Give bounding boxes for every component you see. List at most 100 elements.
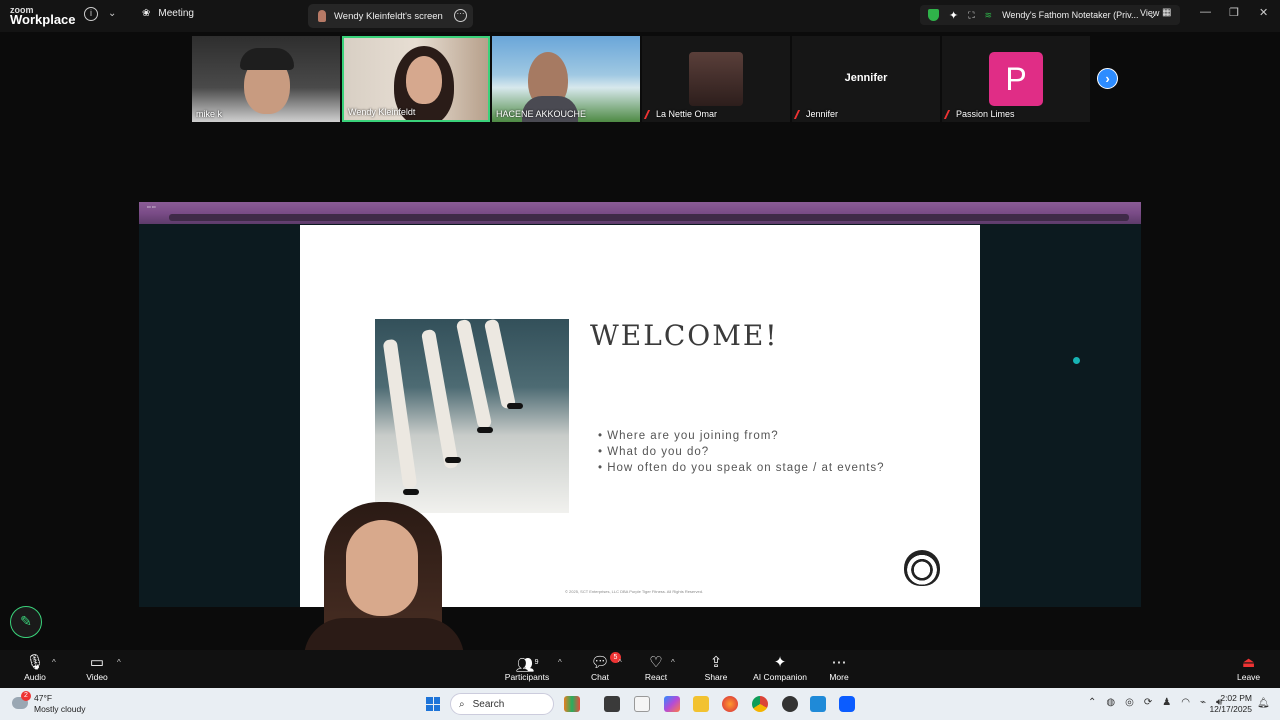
- weather-temp: 47°F: [34, 693, 53, 703]
- meeting-button[interactable]: ❀ Meeting: [142, 8, 194, 19]
- search-icon: ⌕: [459, 698, 465, 710]
- annotate-pencil-icon[interactable]: ✎: [10, 606, 42, 638]
- title-bar: zoom Workplace i ⌄ ❀ Meeting Wendy Klein…: [0, 0, 1280, 32]
- share-button[interactable]: ⇪ Share: [704, 654, 728, 682]
- chat-button[interactable]: 💬︎ 5 Chat: [588, 652, 621, 682]
- clock-date: 12/17/2025: [1209, 704, 1252, 714]
- participant-avatar: [689, 52, 743, 106]
- photo-shoe: [477, 427, 493, 433]
- presenter-avatar: [318, 10, 326, 22]
- tray-app-icon[interactable]: ◍: [1106, 697, 1115, 708]
- chevron-up-icon[interactable]: ⌃: [1088, 697, 1096, 708]
- widget-app-icon[interactable]: [564, 696, 580, 712]
- weather-widget[interactable]: 2 47°F Mostly cloudy: [12, 691, 86, 715]
- chrome-icon[interactable]: [752, 696, 768, 712]
- participant-name: mike k: [196, 109, 223, 119]
- leave-label: Leave: [1237, 672, 1261, 682]
- next-page-arrow-icon[interactable]: ›: [1097, 68, 1118, 89]
- tray-app-icon[interactable]: ⟳: [1144, 697, 1152, 708]
- view-button[interactable]: View: [1140, 8, 1159, 18]
- slide-bullet: What do you do?: [598, 444, 885, 460]
- slide-bullet: Where are you joining from?: [598, 428, 885, 444]
- ai-companion-button[interactable]: ✦ AI Companion: [752, 654, 808, 682]
- app-icon[interactable]: [810, 696, 826, 712]
- chat-options-caret-icon[interactable]: ^: [618, 658, 622, 667]
- notepad-icon[interactable]: [634, 696, 650, 712]
- more-dots-icon: ⋯: [831, 654, 847, 671]
- participant-tile[interactable]: Jennifer Jennifer: [792, 36, 940, 122]
- participant-tile[interactable]: P Passion Limes: [942, 36, 1090, 122]
- share-label: Share: [704, 672, 728, 682]
- video-button[interactable]: ▭ Video: [84, 654, 110, 682]
- app-icon[interactable]: [782, 696, 798, 712]
- restore-icon[interactable]: ❐: [1229, 6, 1239, 19]
- participant-initial-avatar: P: [989, 52, 1043, 106]
- photo-leg: [382, 338, 418, 490]
- grid-view-icon[interactable]: ▦: [1162, 7, 1171, 18]
- slide-bullet: How often do you speak on stage / at eve…: [598, 460, 885, 476]
- participant-display-name: Jennifer: [844, 72, 888, 84]
- ai-sparkle-icon[interactable]: ✦: [949, 9, 958, 22]
- react-label: React: [644, 672, 668, 682]
- audio-button[interactable]: 🎙︎ Audio: [22, 654, 48, 682]
- chat-icon: 💬︎: [590, 654, 610, 671]
- encryption-shield-icon[interactable]: [928, 9, 939, 21]
- taskbar-clock[interactable]: 2:02 PM 12/17/2025: [1208, 693, 1252, 715]
- share-screen-icon: ⇪: [709, 654, 723, 671]
- react-options-caret-icon[interactable]: ^: [671, 658, 675, 667]
- self-view-face: [346, 520, 418, 616]
- slide-bullet-list: Where are you joining from? What do you …: [598, 428, 885, 476]
- participants-button[interactable]: 👥︎9 Participants: [504, 654, 550, 682]
- close-icon[interactable]: ✕: [1259, 6, 1268, 19]
- participant-tile[interactable]: La Nettie Omar: [642, 36, 790, 122]
- firefox-icon[interactable]: [722, 696, 738, 712]
- info-icon[interactable]: i: [84, 7, 98, 21]
- shared-screen-tab[interactable]: Wendy Kleinfeldt's screen ···: [308, 4, 473, 28]
- ai-companion-label: AI Companion: [753, 672, 807, 682]
- more-options-icon[interactable]: ···: [454, 9, 467, 22]
- windows-start-icon[interactable]: [426, 697, 440, 711]
- participants-options-caret-icon[interactable]: ^: [558, 658, 562, 667]
- microphone-icon: 🎙︎: [25, 654, 45, 671]
- self-view-video[interactable]: [284, 498, 484, 650]
- signal-icon: ≋: [984, 9, 993, 20]
- tiger-logo-icon: [904, 550, 940, 586]
- tray-app-icon[interactable]: ◎: [1125, 697, 1134, 708]
- task-view-icon[interactable]: [604, 696, 620, 712]
- participant-tile[interactable]: HACENE AKKOUCHE: [492, 36, 640, 122]
- chevron-down-icon[interactable]: ⌄: [108, 8, 116, 19]
- react-button[interactable]: ♡ React: [644, 654, 668, 682]
- meeting-toolbar: 🎙︎ Audio ^ ▭ Video ^ 👥︎9 Participants ^ …: [0, 650, 1280, 688]
- leave-button[interactable]: ⏏ Leave: [1237, 654, 1260, 682]
- participants-icon: 👥︎9: [515, 657, 539, 674]
- copilot-icon[interactable]: [664, 696, 680, 712]
- participants-count: 9: [534, 659, 539, 666]
- participant-name: Jennifer: [793, 109, 838, 119]
- minimize-icon[interactable]: —: [1200, 6, 1211, 18]
- notetaker-label[interactable]: Wendy's Fathom Notetaker (Priv...: [1002, 10, 1138, 20]
- wifi-icon[interactable]: ◠: [1181, 697, 1190, 708]
- self-view-body: [304, 618, 464, 650]
- react-heart-icon: ♡: [649, 654, 663, 671]
- zoom-taskbar-icon[interactable]: [839, 696, 855, 712]
- photo-leg: [420, 328, 460, 470]
- fullscreen-icon[interactable]: ⛶: [968, 10, 974, 21]
- participant-tile-active-speaker[interactable]: Wendy Kleinfeldt: [342, 36, 490, 122]
- participant-tile[interactable]: mike k: [192, 36, 340, 122]
- system-tray: ⌃ ◍ ◎ ⟳ ♟ ◠ ⌁ 🔊︎: [1088, 697, 1222, 708]
- more-label: More: [829, 672, 849, 682]
- notification-bell-icon[interactable]: 🔔︎: [1257, 698, 1270, 709]
- mic-muted-icon: [643, 109, 656, 119]
- video-options-caret-icon[interactable]: ^: [117, 658, 121, 667]
- network-icon[interactable]: ⌁: [1200, 697, 1206, 708]
- audio-options-caret-icon[interactable]: ^: [52, 658, 56, 667]
- ai-sparkle-icon: ✦: [773, 654, 787, 671]
- shared-browser-chrome: ▭ ▭: [139, 202, 1141, 224]
- slide-footer: © 2025, SCT Enterprises, LLC DBA Purple …: [565, 589, 704, 594]
- browser-url-thumbnail: [169, 214, 1129, 221]
- zoom-logo: zoom Workplace: [10, 5, 76, 26]
- taskbar-search[interactable]: ⌕ Search: [450, 693, 554, 715]
- tray-app-icon[interactable]: ♟: [1162, 697, 1171, 708]
- file-explorer-icon[interactable]: [693, 696, 709, 712]
- more-button[interactable]: ⋯ More: [827, 654, 851, 682]
